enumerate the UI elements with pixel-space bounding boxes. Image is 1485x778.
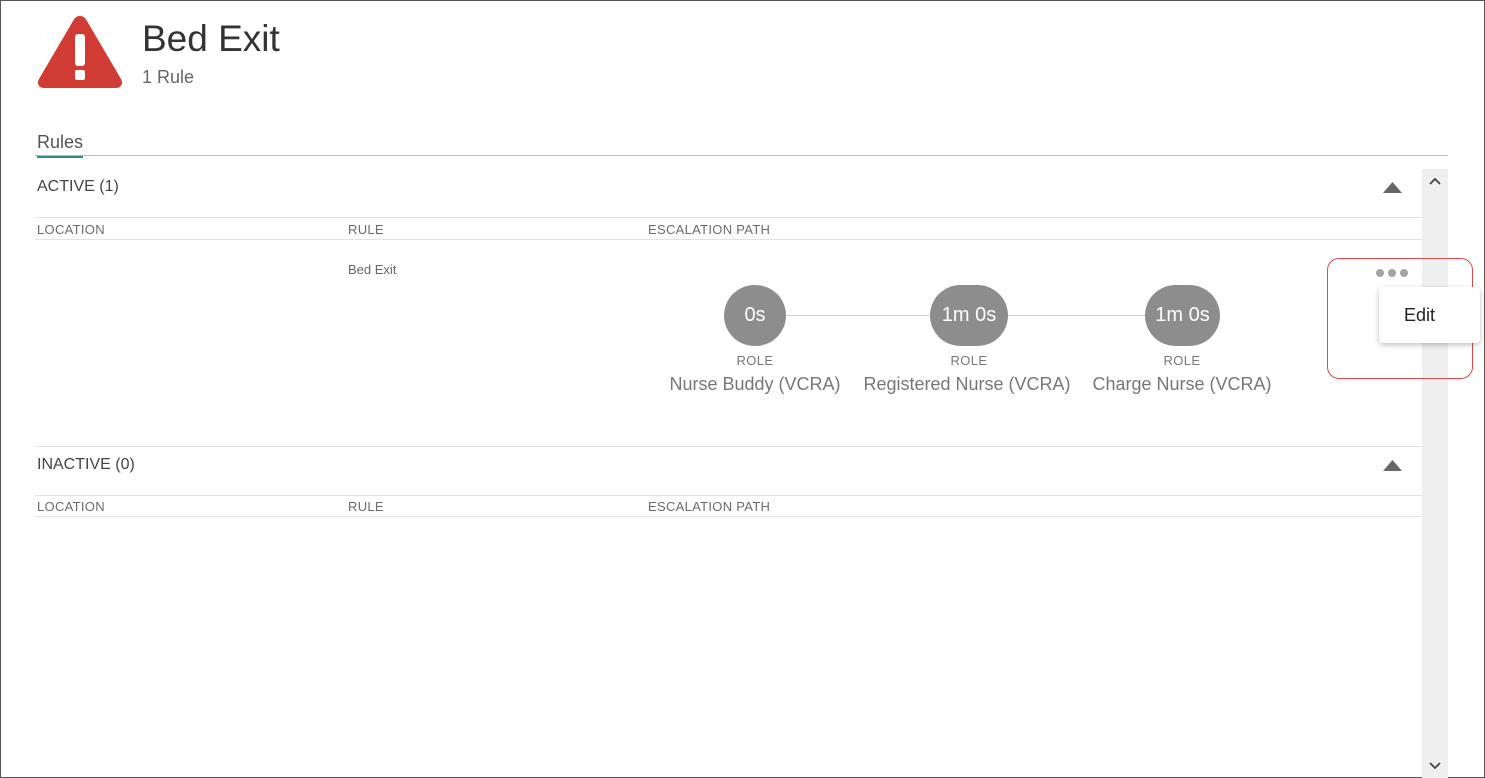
- escalation-connector: [1008, 315, 1145, 316]
- divider: [35, 446, 1422, 447]
- divider: [35, 239, 1422, 240]
- edit-menu-item[interactable]: Edit: [1404, 305, 1435, 326]
- dot: [1388, 269, 1396, 277]
- escalation-step-type: ROLE: [736, 353, 774, 368]
- column-header-escalation-path: ESCALATION PATH: [648, 499, 771, 514]
- escalation-step-type: ROLE: [1163, 353, 1201, 368]
- divider: [35, 516, 1422, 517]
- page-title: Bed Exit: [142, 18, 280, 59]
- dot: [1400, 269, 1408, 277]
- collapse-up-icon[interactable]: [1383, 182, 1402, 193]
- context-menu: Edit: [1379, 287, 1480, 343]
- rule-name[interactable]: Bed Exit: [348, 262, 396, 277]
- rule-count: 1 Rule: [142, 67, 195, 87]
- column-header-rule: RULE: [348, 499, 384, 514]
- column-header-location: LOCATION: [37, 222, 105, 237]
- column-header-escalation-path: ESCALATION PATH: [648, 222, 771, 237]
- column-header-rule: RULE: [348, 222, 384, 237]
- dot: [1376, 269, 1384, 277]
- more-horizontal-icon[interactable]: [1376, 266, 1408, 280]
- divider: [35, 495, 1422, 496]
- escalation-step-delay: 1m 0s: [930, 285, 1008, 346]
- chevron-up-icon[interactable]: [1424, 172, 1446, 190]
- column-header-location: LOCATION: [37, 499, 105, 514]
- collapse-up-icon[interactable]: [1383, 460, 1402, 471]
- escalation-step-delay: 1m 0s: [1145, 285, 1220, 346]
- inactive-section-title: INACTIVE (0): [37, 456, 135, 473]
- escalation-step-type: ROLE: [950, 353, 988, 368]
- tab-divider: [35, 155, 1448, 156]
- active-section-title: ACTIVE (1): [37, 178, 119, 195]
- escalation-step-delay: 0s: [724, 285, 786, 346]
- escalation-step-recipient: Charge Nurse (VCRA): [1092, 374, 1272, 394]
- escalation-step-recipient: Nurse Buddy (VCRA): [669, 374, 841, 394]
- warning-triangle-icon: [38, 16, 122, 88]
- chevron-down-icon[interactable]: [1424, 757, 1446, 775]
- escalation-connector: [786, 315, 930, 316]
- escalation-step-recipient: Registered Nurse (VCRA): [863, 374, 1071, 394]
- divider: [35, 217, 1422, 218]
